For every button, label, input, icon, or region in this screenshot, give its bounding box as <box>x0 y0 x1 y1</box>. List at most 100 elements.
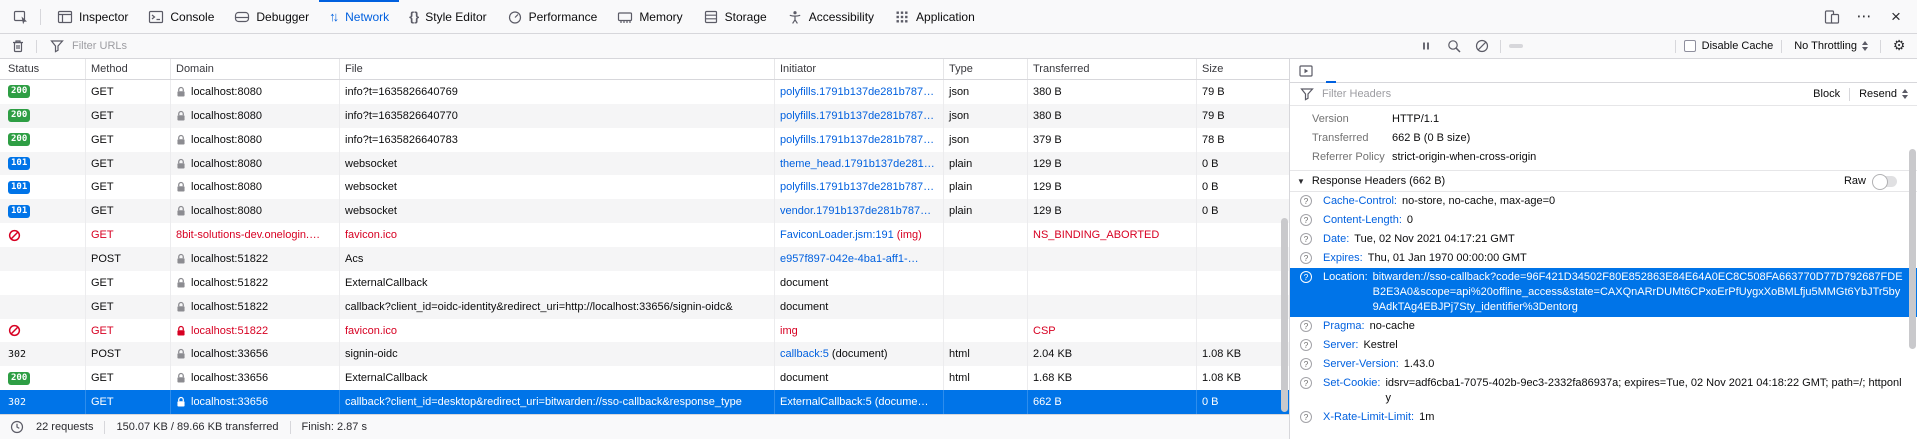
request-row[interactable]: GET localhost:51822 ExternalCallback doc… <box>0 271 1289 295</box>
details-tab-request[interactable] <box>1364 59 1386 82</box>
response-header-row[interactable]: ? Location: bitwarden://sso-callback?cod… <box>1290 268 1917 317</box>
initiator-link[interactable]: polyfills.1791b137de281b787… <box>780 110 934 122</box>
help-icon[interactable]: ? <box>1300 320 1312 332</box>
column-header-file[interactable]: File <box>340 59 775 79</box>
initiator-link[interactable]: e957f897-042e-4ba1-aff1-… <box>780 253 919 265</box>
column-header-type[interactable]: Type <box>944 59 1028 79</box>
response-header-row[interactable]: ? Date: Tue, 02 Nov 2021 04:17:21 GMT <box>1290 230 1917 249</box>
response-headers-section-header[interactable]: ▼ Response Headers (662 B) Raw <box>1290 170 1917 192</box>
initiator-link[interactable]: theme_head.1791b137de281… <box>780 158 935 170</box>
response-header-row[interactable]: ? Content-Length: 0 <box>1290 211 1917 230</box>
network-settings-gear-icon[interactable]: ⚙ <box>1889 36 1909 56</box>
response-header-row[interactable]: ? Server-Version: 1.43.0 <box>1290 355 1917 374</box>
request-row[interactable]: 101 GET localhost:8080 websocket theme_h… <box>0 152 1289 176</box>
request-row[interactable]: 200 GET localhost:8080 info?t=1635826640… <box>0 80 1289 104</box>
tab-application[interactable]: Application <box>884 0 985 33</box>
initiator-link[interactable]: polyfills.1791b137de281b787… <box>780 181 934 193</box>
help-icon[interactable]: ? <box>1300 252 1312 264</box>
block-request-icon[interactable] <box>1472 36 1492 56</box>
type-filter-ws[interactable] <box>1637 44 1651 48</box>
initiator-link[interactable]: document <box>780 301 828 313</box>
help-icon[interactable]: ? <box>1300 377 1312 389</box>
type-filter-fonts[interactable] <box>1589 44 1603 48</box>
type-filter-html[interactable] <box>1525 44 1539 48</box>
help-icon[interactable]: ? <box>1300 411 1312 423</box>
details-tab-response[interactable] <box>1386 59 1408 82</box>
tab-console[interactable]: Console <box>138 0 224 33</box>
throttling-dropdown[interactable]: No Throttling <box>1790 40 1872 52</box>
pause-traffic-icon[interactable] <box>1416 36 1436 56</box>
resend-button[interactable]: Resend <box>1859 88 1908 100</box>
filter-urls-input[interactable] <box>72 40 1408 52</box>
type-filter-images[interactable] <box>1605 44 1619 48</box>
request-row[interactable]: POST localhost:51822 Acs e957f897-042e-4… <box>0 247 1289 271</box>
raw-toggle-switch[interactable] <box>1873 176 1897 187</box>
initiator-link[interactable]: callback:5 <box>780 348 829 360</box>
responsive-design-mode-icon[interactable] <box>1819 4 1845 30</box>
tab-style-editor[interactable]: {} Style Editor <box>399 0 496 33</box>
help-icon[interactable]: ? <box>1300 233 1312 245</box>
clear-requests-trash-icon[interactable] <box>8 36 28 56</box>
response-header-row[interactable]: ? Set-Cookie: idsrv=adf6cba1-7075-402b-9… <box>1290 374 1917 408</box>
request-row[interactable]: 101 GET localhost:8080 websocket vendor.… <box>0 199 1289 223</box>
response-header-row[interactable]: ? Expires: Thu, 01 Jan 1970 00:00:00 GMT <box>1290 249 1917 268</box>
close-icon[interactable]: × <box>1883 4 1909 30</box>
response-header-row[interactable]: ? Server: Kestrel <box>1290 336 1917 355</box>
initiator-link[interactable]: document <box>780 277 828 289</box>
column-header-status[interactable]: Status <box>0 59 86 79</box>
block-button[interactable]: Block <box>1813 88 1840 100</box>
disable-cache-checkbox[interactable]: Disable Cache <box>1684 40 1774 52</box>
details-scrollbar[interactable] <box>1909 149 1916 349</box>
details-tab-headers[interactable] <box>1320 59 1342 82</box>
type-filter-xhr[interactable] <box>1573 44 1587 48</box>
initiator-link[interactable]: polyfills.1791b137de281b787… <box>780 86 934 98</box>
request-row[interactable]: GET localhost:51822 favicon.ico img CSP <box>0 319 1289 343</box>
type-filter-all[interactable] <box>1509 44 1523 48</box>
type-filter-js[interactable] <box>1557 44 1571 48</box>
request-row[interactable]: 302 POST localhost:33656 signin-oidc cal… <box>0 342 1289 366</box>
help-icon[interactable]: ? <box>1300 358 1312 370</box>
element-picker-icon[interactable] <box>8 4 34 30</box>
request-row[interactable]: GET localhost:51822 callback?client_id=o… <box>0 295 1289 319</box>
help-icon[interactable]: ? <box>1300 339 1312 351</box>
column-header-initiator[interactable]: Initiator <box>775 59 944 79</box>
type-filter-css[interactable] <box>1541 44 1555 48</box>
column-header-domain[interactable]: Domain <box>171 59 340 79</box>
tab-debugger[interactable]: Debugger <box>224 0 319 33</box>
details-tab-timings[interactable] <box>1408 59 1430 82</box>
filter-headers-input[interactable] <box>1322 88 1806 100</box>
type-filter-other[interactable] <box>1653 44 1667 48</box>
initiator-link[interactable]: document <box>780 372 828 384</box>
tab-network[interactable]: ↑↓ Network <box>319 0 399 33</box>
tab-performance[interactable]: Performance <box>497 0 608 33</box>
initiator-link[interactable]: FaviconLoader.jsm:191 <box>780 229 894 241</box>
request-row[interactable]: 200 GET localhost:8080 info?t=1635826640… <box>0 104 1289 128</box>
help-icon[interactable]: ? <box>1300 214 1312 226</box>
response-header-row[interactable]: ? Cache-Control: no-store, no-cache, max… <box>1290 192 1917 211</box>
request-row[interactable]: 200 GET localhost:8080 info?t=1635826640… <box>0 128 1289 152</box>
tab-memory[interactable]: Memory <box>607 0 692 33</box>
response-header-row[interactable]: ? Pragma: no-cache <box>1290 317 1917 336</box>
request-row[interactable]: 200 GET localhost:33656 ExternalCallback… <box>0 366 1289 390</box>
column-header-method[interactable]: Method <box>86 59 171 79</box>
details-tab-cookies[interactable] <box>1342 59 1364 82</box>
search-icon[interactable] <box>1444 36 1464 56</box>
sidebar-toggle-icon[interactable] <box>1292 59 1320 82</box>
request-row[interactable]: 302 GET localhost:33656 callback?client_… <box>0 390 1289 414</box>
table-scrollbar[interactable] <box>1281 218 1288 412</box>
tab-inspector[interactable]: Inspector <box>47 0 138 33</box>
initiator-link[interactable]: vendor.1791b137de281b787… <box>780 205 931 217</box>
initiator-link[interactable]: polyfills.1791b137de281b787… <box>780 134 934 146</box>
details-tab-stack-trace[interactable] <box>1430 59 1452 82</box>
tab-storage[interactable]: Storage <box>693 0 777 33</box>
column-header-size[interactable]: Size <box>1197 59 1289 79</box>
help-icon[interactable]: ? <box>1300 271 1312 283</box>
column-header-transferred[interactable]: Transferred <box>1028 59 1197 79</box>
type-filter-media[interactable] <box>1621 44 1635 48</box>
request-row[interactable]: GET 8bit-solutions-dev.onelogin.… favico… <box>0 223 1289 247</box>
initiator-link[interactable]: ExternalCallback:5 <box>780 396 872 408</box>
help-icon[interactable]: ? <box>1300 195 1312 207</box>
initiator-link[interactable]: img <box>780 325 798 337</box>
response-header-row[interactable]: ? X-Rate-Limit-Limit: 1m <box>1290 408 1917 427</box>
tab-accessibility[interactable]: Accessibility <box>777 0 884 33</box>
